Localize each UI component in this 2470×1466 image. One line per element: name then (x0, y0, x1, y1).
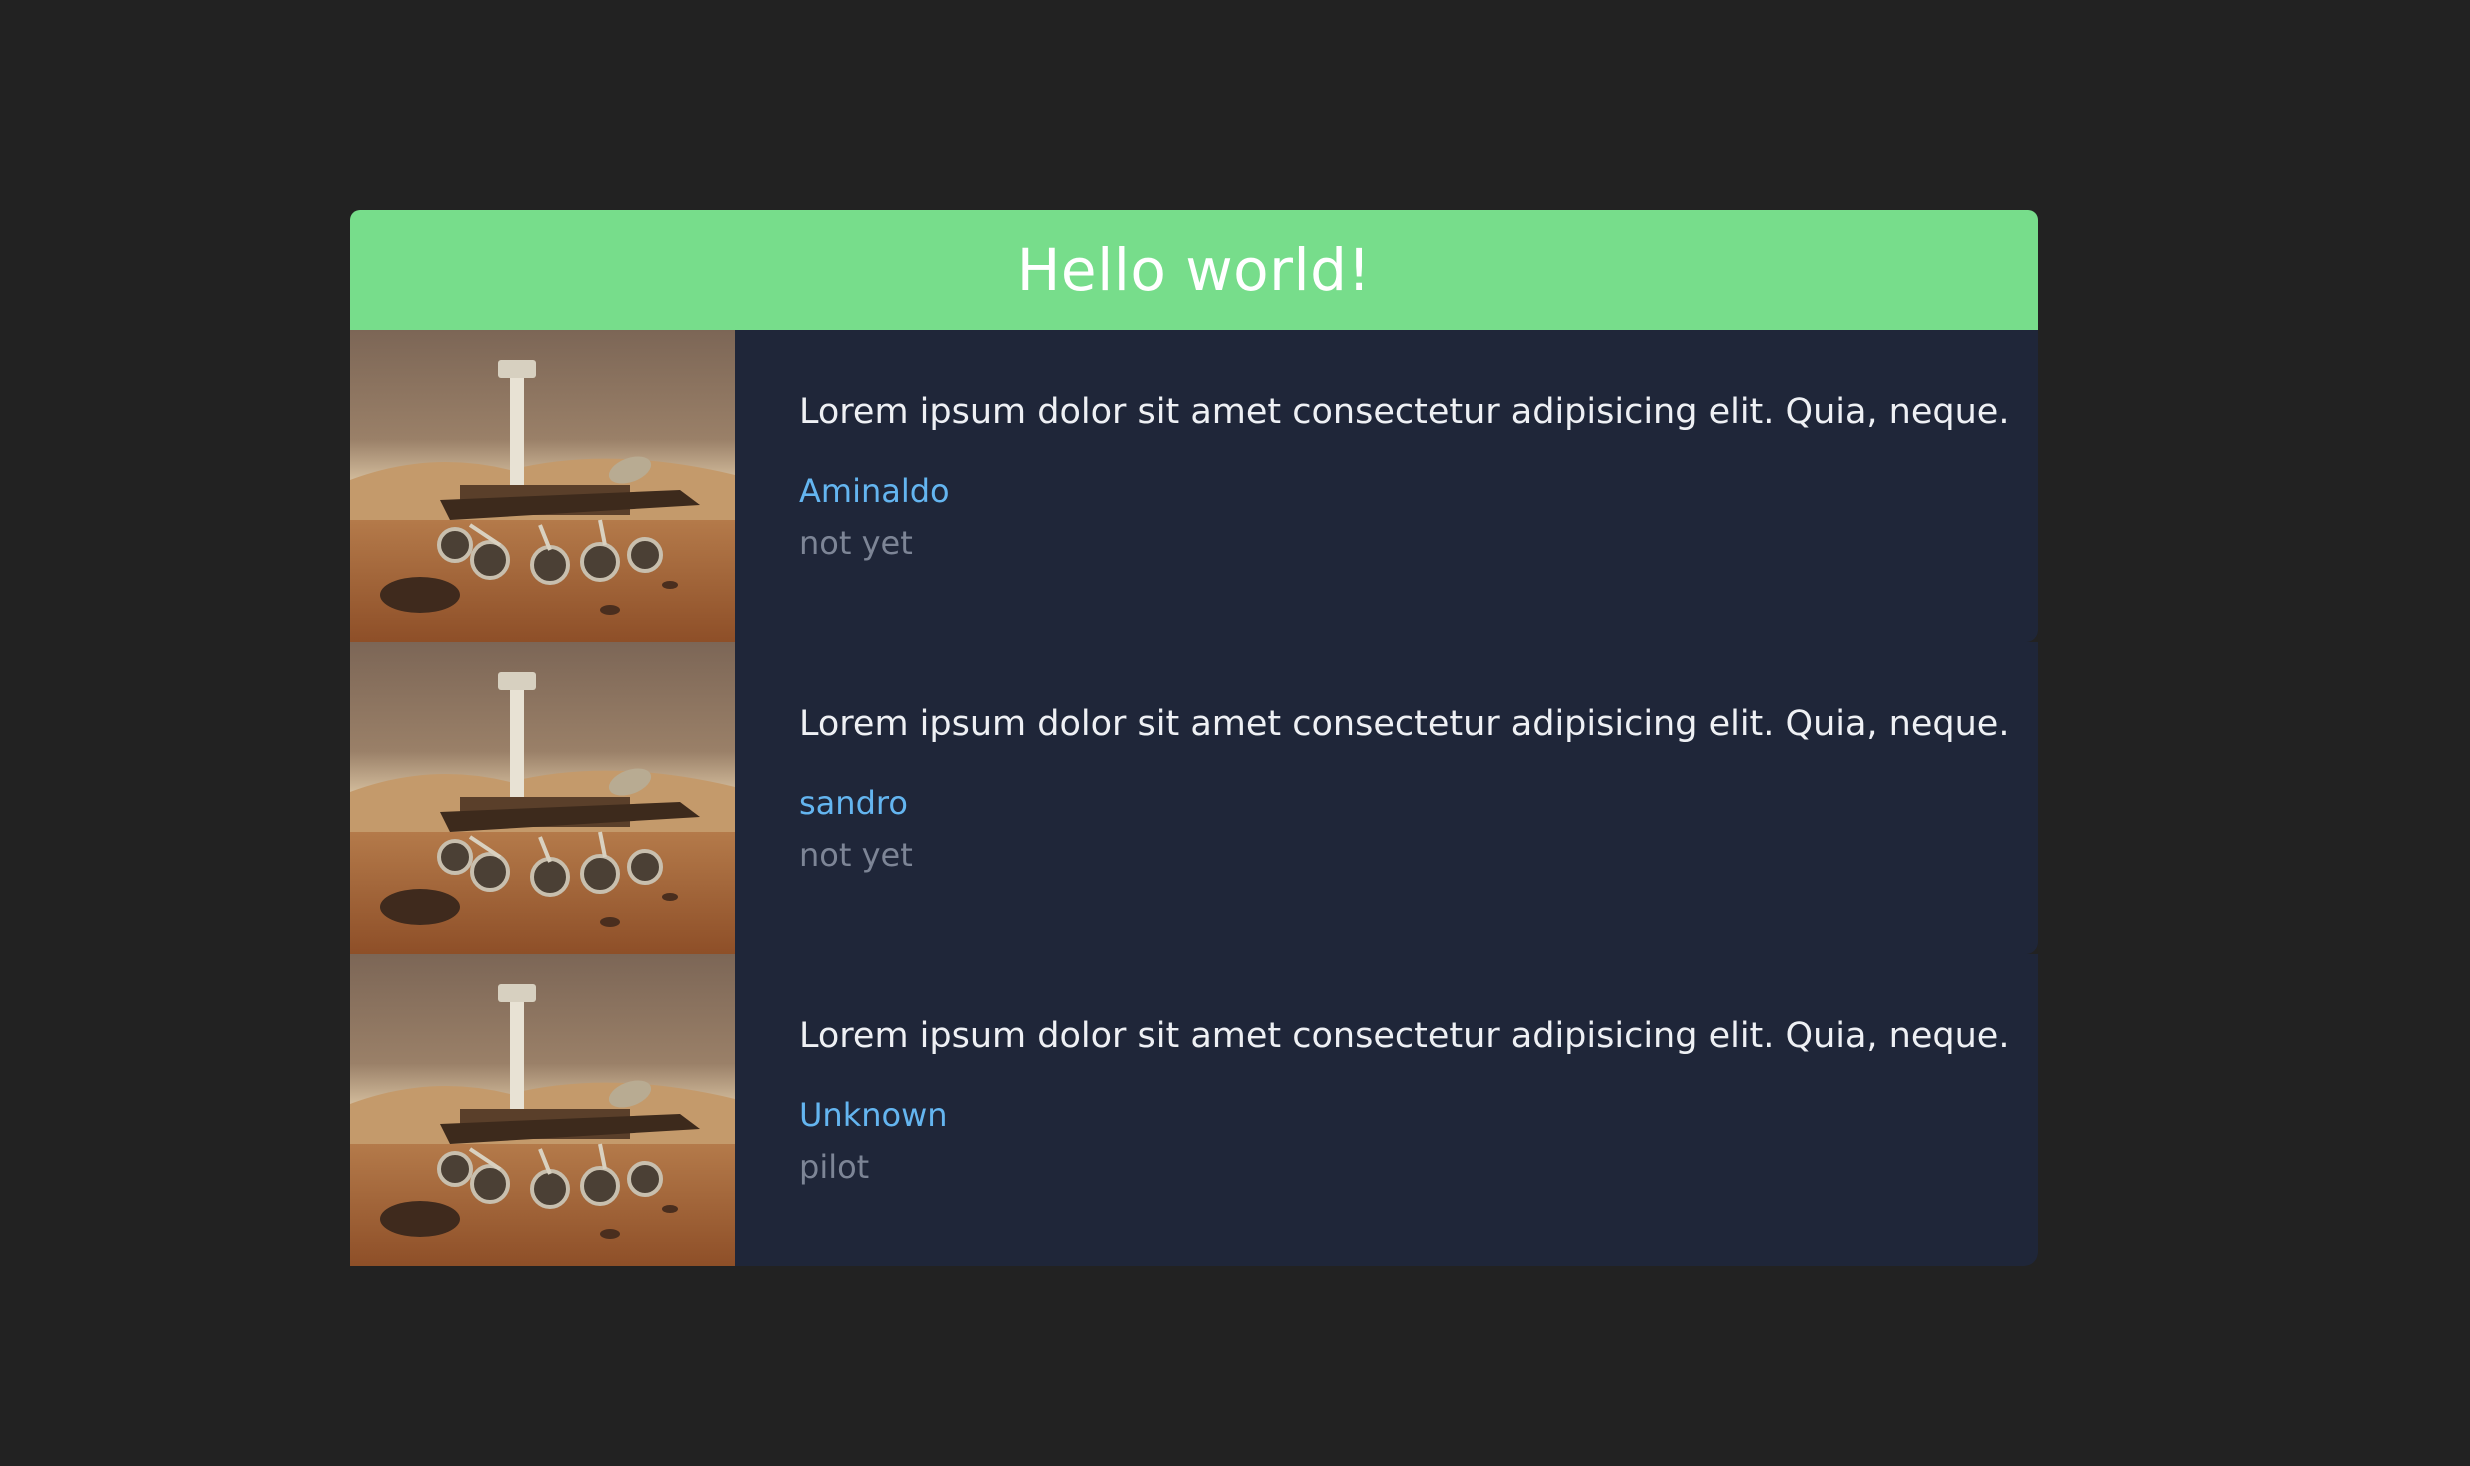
list-item: Lorem ipsum dolor sit amet consectetur a… (350, 330, 2038, 642)
card-status: not yet (799, 836, 913, 874)
card-status: pilot (799, 1148, 870, 1186)
card-author: Aminaldo (799, 472, 950, 510)
mars-rover-image (350, 954, 735, 1266)
card-description: Lorem ipsum dolor sit amet consectetur a… (799, 392, 2010, 432)
card-author: sandro (799, 784, 908, 822)
card-body: Lorem ipsum dolor sit amet consectetur a… (735, 330, 2038, 642)
page-header: Hello world! (350, 210, 2038, 330)
page-title: Hello world! (1016, 236, 1372, 304)
card-body: Lorem ipsum dolor sit amet consectetur a… (735, 642, 2038, 954)
card-status: not yet (799, 524, 913, 562)
card-author: Unknown (799, 1096, 948, 1134)
card-body: Lorem ipsum dolor sit amet consectetur a… (735, 954, 2038, 1266)
mars-rover-image (350, 330, 735, 642)
card-description: Lorem ipsum dolor sit amet consectetur a… (799, 1016, 2010, 1056)
card-list-container: Hello world! Lorem ipsum dolor sit amet … (350, 210, 2038, 1266)
card-description: Lorem ipsum dolor sit amet consectetur a… (799, 704, 2010, 744)
list-item: Lorem ipsum dolor sit amet consectetur a… (350, 954, 2038, 1266)
list-item: Lorem ipsum dolor sit amet consectetur a… (350, 642, 2038, 954)
mars-rover-image (350, 642, 735, 954)
